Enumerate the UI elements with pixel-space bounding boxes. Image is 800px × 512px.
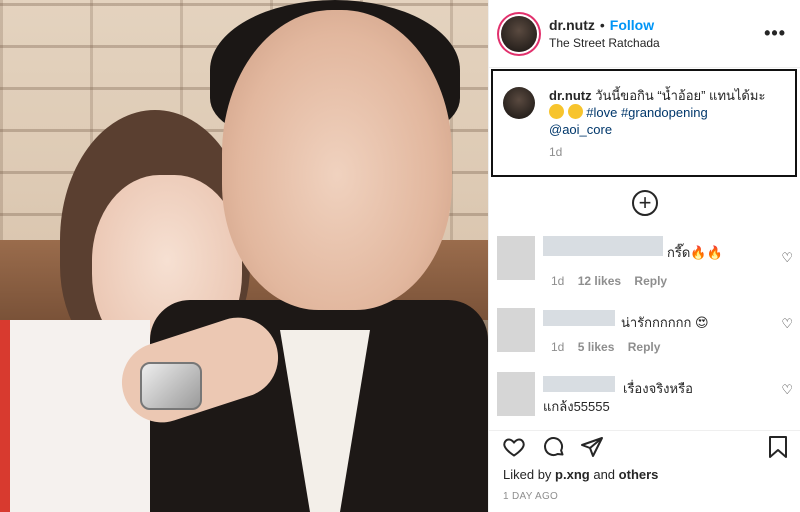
redacted-username <box>543 376 615 392</box>
comment-time: 1d <box>551 274 565 288</box>
wristwatch <box>140 362 202 410</box>
more-options-icon[interactable]: ••• <box>764 23 786 44</box>
comment-item: น่ารักกกกกก 😍 ♡ 1d 5 likes Reply <box>497 308 793 368</box>
comment-likes[interactable]: 5 likes <box>578 340 615 354</box>
follow-button[interactable]: Follow <box>610 17 654 33</box>
man-face <box>222 10 452 310</box>
caption-hashtags[interactable]: #love #grandopening <box>586 105 707 120</box>
comment-meta: 1d 5 likes Reply <box>551 340 660 354</box>
post-timestamp: 1 DAY AGO <box>503 491 559 502</box>
comment-item: กรี๊ด🔥🔥 ♡ 1d 12 likes Reply <box>497 236 793 296</box>
bookmark-icon[interactable] <box>765 434 791 460</box>
comment-avatar[interactable] <box>497 236 535 280</box>
comment-text: น่ารักกกกกก 😍 <box>621 315 709 330</box>
caption-mention[interactable]: @aoi_core <box>549 122 612 137</box>
liked-by-prefix: Liked by <box>503 467 552 482</box>
caption-avatar[interactable] <box>503 87 535 119</box>
liked-by-others[interactable]: others <box>619 467 659 482</box>
share-paper-plane-icon[interactable] <box>579 434 605 460</box>
comment-likes[interactable]: 12 likes <box>578 274 621 288</box>
comment-item: เรื่องจริงหรือ แกล้ง55555 ♡ <box>497 372 793 424</box>
reply-button[interactable]: Reply <box>634 274 667 288</box>
load-more-comments-icon[interactable]: + <box>632 190 658 216</box>
woman-top <box>0 320 150 512</box>
liked-by-user[interactable]: p.xng <box>555 467 590 482</box>
redacted-username <box>543 310 615 326</box>
comment-meta: 1d 12 likes Reply <box>551 274 667 288</box>
comment-text: กรี๊ด🔥🔥 <box>667 245 723 260</box>
post-photo[interactable] <box>0 0 488 512</box>
action-bar <box>489 430 800 460</box>
header-username[interactable]: dr.nutz <box>549 17 595 33</box>
comment-text: เรื่องจริงหรือ <box>623 381 693 396</box>
comment-bubble-icon[interactable] <box>541 434 567 460</box>
caption-body: dr.nutz วันนี้ขอกิน “น้ำอ้อย” แทนได้มะ #… <box>549 87 765 175</box>
comment-avatar[interactable] <box>497 308 535 352</box>
liked-by-and: and <box>593 467 616 482</box>
separator-dot: • <box>599 17 605 33</box>
caption-text: วันนี้ขอกิน “น้ำอ้อย” แทนได้มะ <box>595 88 766 103</box>
profile-avatar[interactable] <box>501 15 537 52</box>
redacted-username <box>543 236 663 256</box>
caption-username[interactable]: dr.nutz <box>549 88 592 103</box>
comment-time: 1d <box>551 340 565 354</box>
post-sidebar: dr.nutz • Follow The Street Ratchada •••… <box>488 0 800 512</box>
heart-icon[interactable]: ♡ <box>781 382 793 398</box>
heart-icon[interactable]: ♡ <box>781 316 793 332</box>
liked-by-line: Liked by p.xng and others <box>503 467 658 482</box>
location-link[interactable]: The Street Ratchada <box>549 36 764 50</box>
comment-text-line2: แกล้ง55555 <box>543 399 610 414</box>
heart-eyes-emoji-icon <box>567 104 583 119</box>
instagram-post: dr.nutz • Follow The Street Ratchada •••… <box>0 0 800 512</box>
post-header: dr.nutz • Follow The Street Ratchada ••• <box>489 0 800 68</box>
like-heart-icon[interactable] <box>501 434 527 460</box>
caption-highlight-box: dr.nutz วันนี้ขอกิน “น้ำอ้อย” แทนได้มะ #… <box>491 69 797 177</box>
caption-time: 1d <box>549 145 563 159</box>
reply-button[interactable]: Reply <box>628 340 661 354</box>
comment-avatar[interactable] <box>497 372 535 416</box>
heart-icon[interactable]: ♡ <box>781 250 793 266</box>
heart-eyes-emoji-icon <box>549 104 564 119</box>
